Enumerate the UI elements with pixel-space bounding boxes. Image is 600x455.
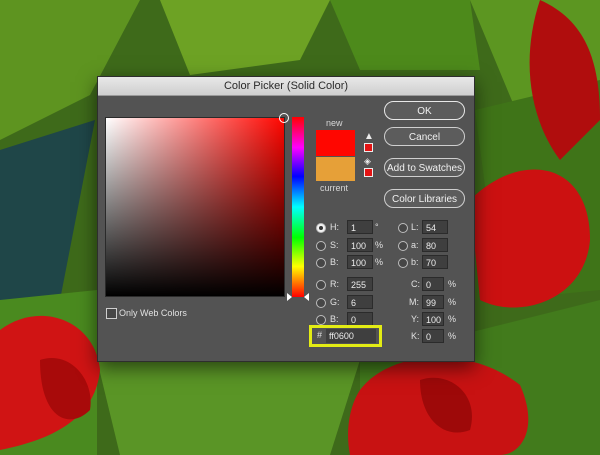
lab-l-radio[interactable] xyxy=(398,223,408,233)
yellow-unit: % xyxy=(448,314,457,324)
saturation-label: S: xyxy=(330,240,339,250)
brightness-radio[interactable] xyxy=(316,258,326,268)
warning-triangle-icon: ▲ xyxy=(364,131,374,142)
lab-a-label: a: xyxy=(411,240,419,250)
magenta-unit: % xyxy=(448,297,457,307)
only-web-colors-checkbox[interactable] xyxy=(106,308,117,319)
current-color-swatch[interactable] xyxy=(316,157,355,181)
magenta-input[interactable]: 99 xyxy=(422,295,444,309)
cyan-label: C: xyxy=(411,279,420,289)
green-input[interactable]: 6 xyxy=(347,295,373,309)
red-label: R: xyxy=(330,279,339,289)
red-radio[interactable] xyxy=(316,280,326,290)
lab-a-input[interactable]: 80 xyxy=(422,238,448,252)
color-libraries-button[interactable]: Color Libraries xyxy=(384,189,465,208)
hue-radio[interactable] xyxy=(316,223,326,233)
black-label: K: xyxy=(411,331,420,341)
new-color-label: new xyxy=(326,118,343,128)
web-safe-swatch[interactable] xyxy=(364,168,373,177)
saturation-radio[interactable] xyxy=(316,241,326,251)
magenta-label: M: xyxy=(409,297,419,307)
dialog-title[interactable]: Color Picker (Solid Color) xyxy=(98,77,474,96)
hex-input[interactable]: ff0600 xyxy=(326,329,376,343)
color-picker-dialog: Color Picker (Solid Color) new current ▲… xyxy=(97,76,475,362)
new-color-swatch xyxy=(316,130,355,156)
black-input[interactable]: 0 xyxy=(422,329,444,343)
red-input[interactable]: 255 xyxy=(347,277,373,291)
lab-l-input[interactable]: 54 xyxy=(422,220,448,234)
blue-radio[interactable] xyxy=(316,315,326,325)
yellow-input[interactable]: 100 xyxy=(422,312,444,326)
green-radio[interactable] xyxy=(316,298,326,308)
yellow-label: Y: xyxy=(411,314,420,324)
blue-input[interactable]: 0 xyxy=(347,312,373,326)
lab-b-label: b: xyxy=(411,257,419,267)
blue-label: B: xyxy=(330,314,339,324)
add-to-swatches-button[interactable]: Add to Swatches xyxy=(384,158,465,177)
lab-l-label: L: xyxy=(411,222,419,232)
saturation-input[interactable]: 100 xyxy=(347,238,373,252)
hex-highlight-box: # ff0600 xyxy=(309,325,382,347)
brightness-input[interactable]: 100 xyxy=(347,255,373,269)
lab-b-input[interactable]: 70 xyxy=(422,255,448,269)
color-field-cursor[interactable] xyxy=(279,113,289,123)
saturation-brightness-field[interactable] xyxy=(105,113,289,297)
cyan-unit: % xyxy=(448,279,457,289)
hex-hash-label: # xyxy=(317,330,323,340)
hue-slider[interactable] xyxy=(287,117,309,301)
brightness-label: B: xyxy=(330,257,339,267)
current-color-label: current xyxy=(320,183,349,193)
gamut-warning-swatch[interactable] xyxy=(364,143,373,152)
hue-unit: ° xyxy=(375,222,379,232)
cancel-button[interactable]: Cancel xyxy=(384,127,465,146)
cube-icon: ◈ xyxy=(364,156,371,166)
brightness-unit: % xyxy=(375,257,384,267)
hue-label: H: xyxy=(330,222,339,232)
lab-b-radio[interactable] xyxy=(398,258,408,268)
ok-button[interactable]: OK xyxy=(384,101,465,120)
hue-input[interactable]: 1 xyxy=(347,220,373,234)
green-label: G: xyxy=(330,297,340,307)
cyan-input[interactable]: 0 xyxy=(422,277,444,291)
hue-slider-left-arrow-icon[interactable] xyxy=(287,293,292,301)
black-unit: % xyxy=(448,331,457,341)
only-web-colors-label[interactable]: Only Web Colors xyxy=(119,308,187,318)
saturation-unit: % xyxy=(375,240,384,250)
hue-slider-right-arrow-icon[interactable] xyxy=(304,293,309,301)
lab-a-radio[interactable] xyxy=(398,241,408,251)
